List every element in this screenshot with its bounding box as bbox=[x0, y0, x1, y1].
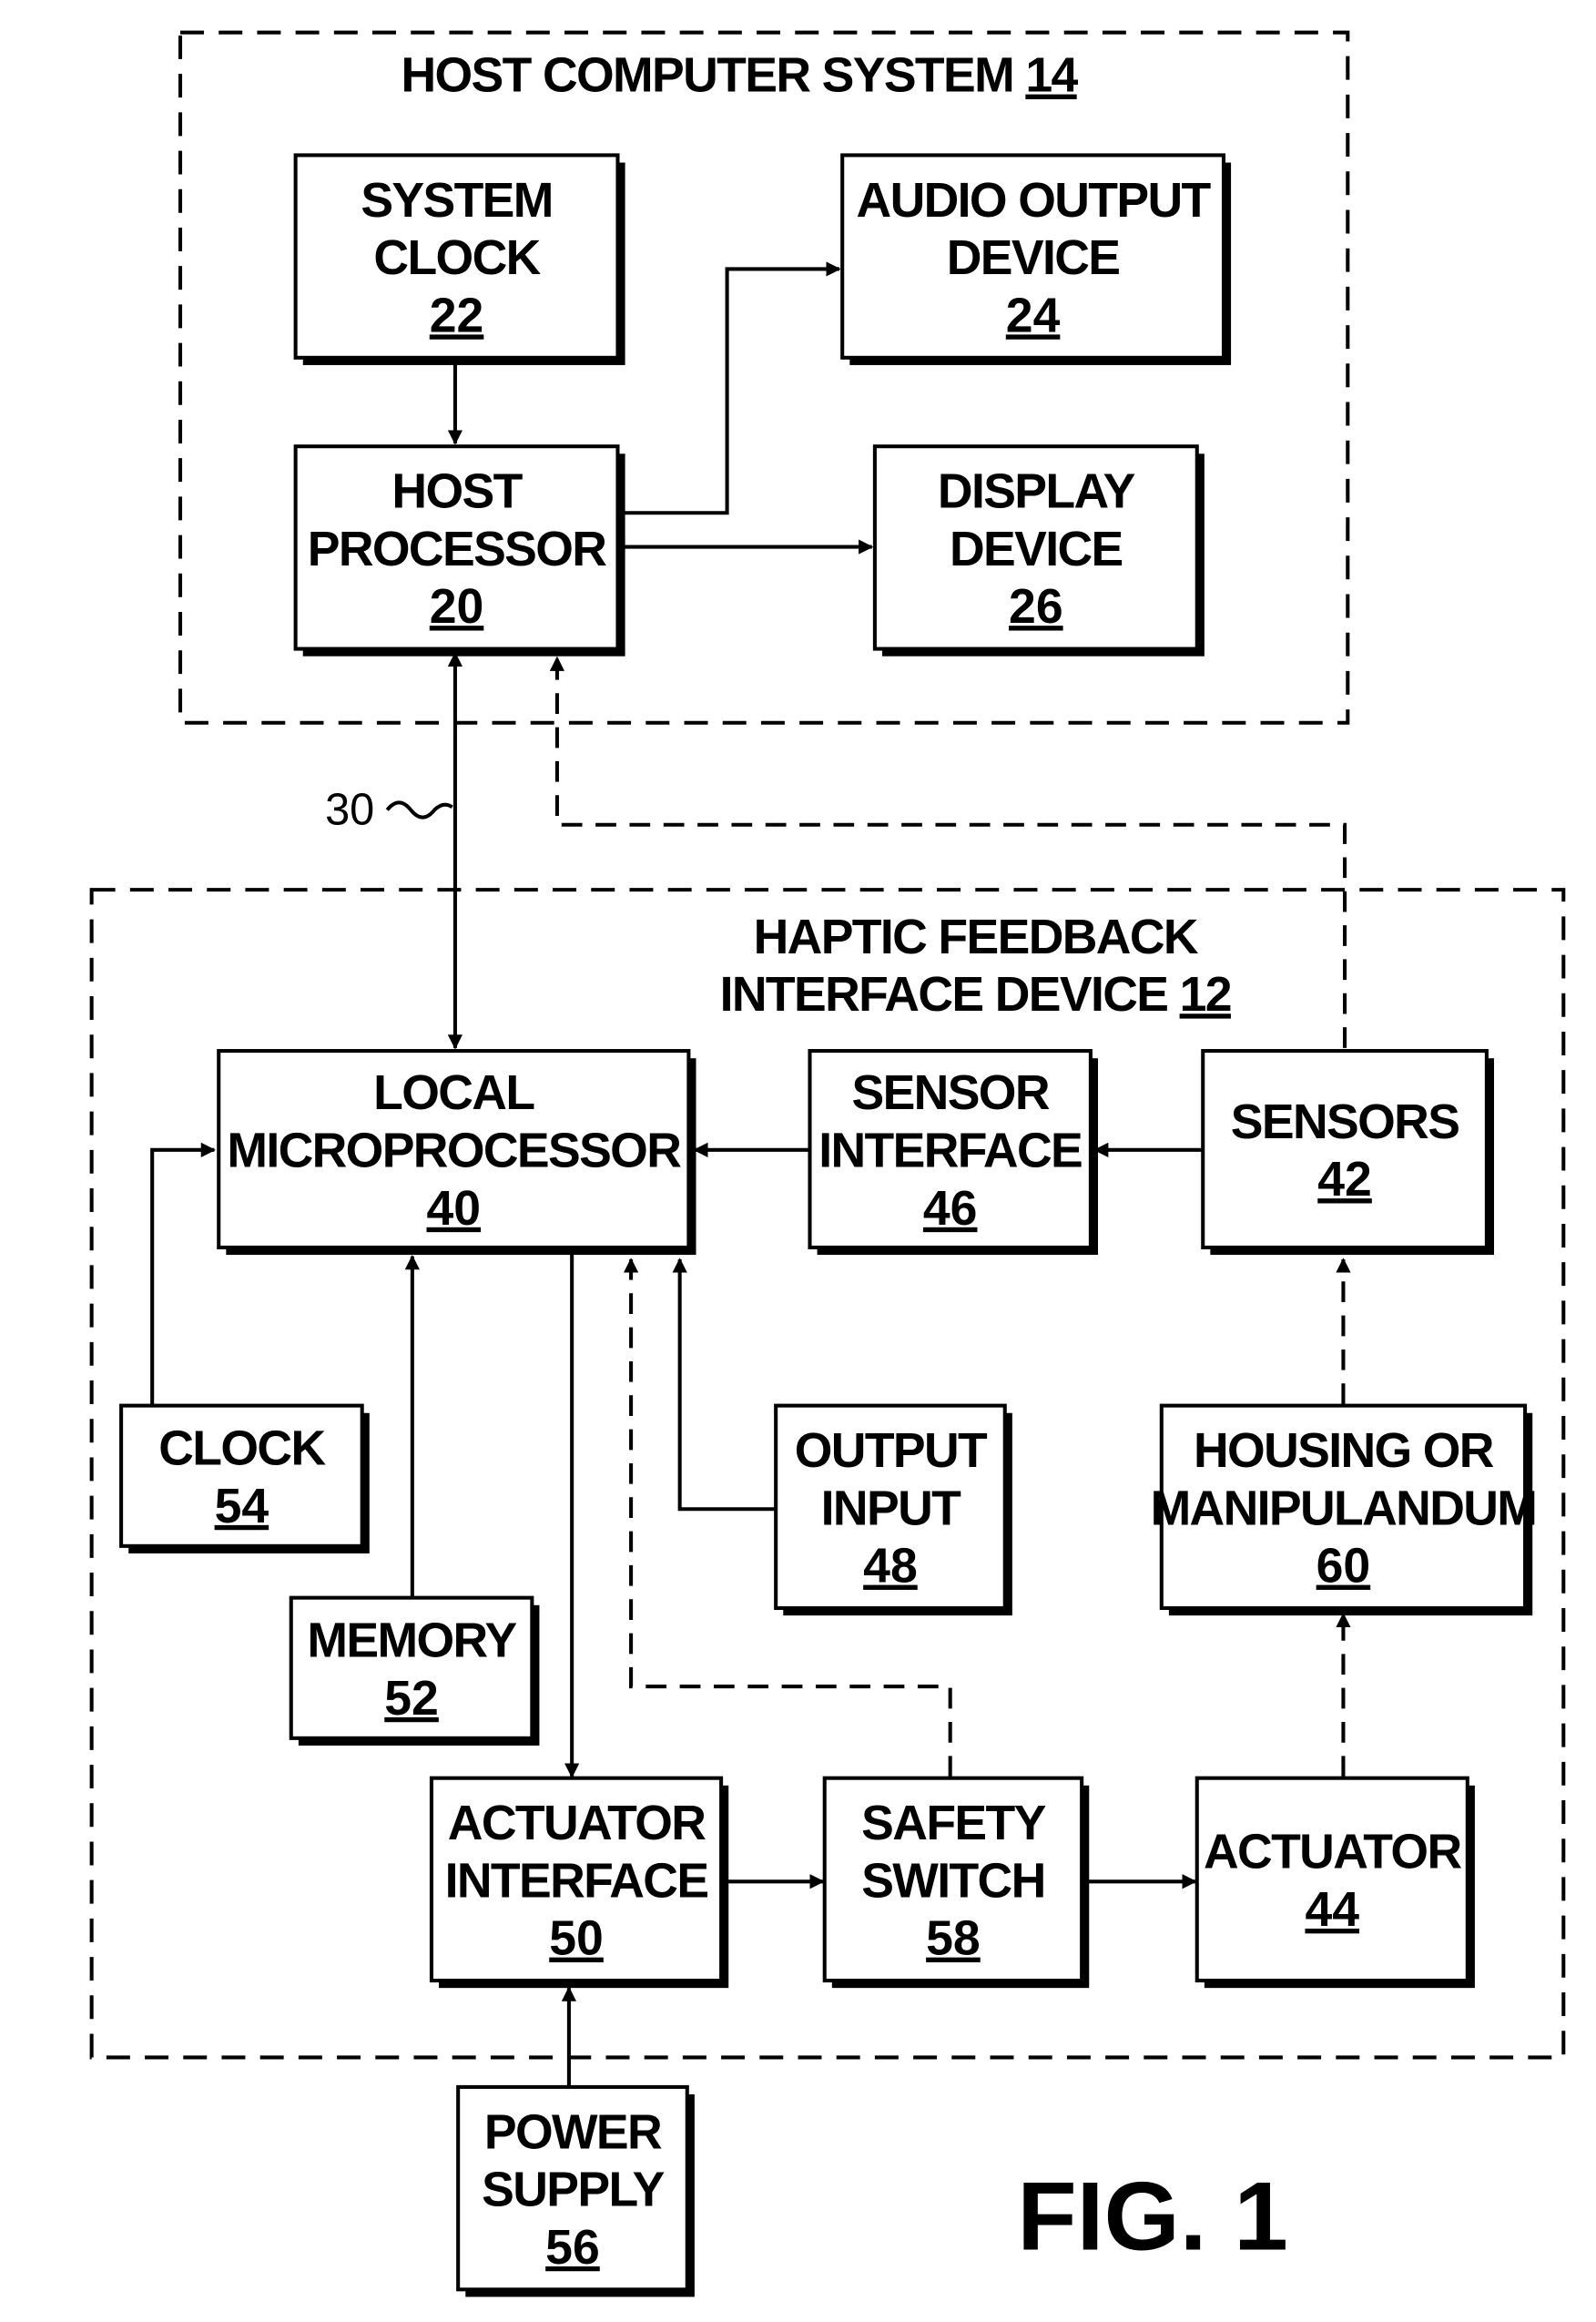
block-label: OUTPUT bbox=[795, 1424, 988, 1478]
block-label: MANIPULANDUM bbox=[1151, 1482, 1537, 1535]
block-label: ACTUATOR bbox=[448, 1797, 706, 1850]
block-label: DEVICE bbox=[950, 523, 1123, 576]
block-label: AUDIO OUTPUT bbox=[857, 174, 1212, 228]
block-label: CLOCK bbox=[158, 1422, 326, 1476]
block-label: HOUSING OR bbox=[1194, 1424, 1494, 1478]
block-reference-number: 60 bbox=[1316, 1540, 1371, 1594]
block-label: PROCESSOR bbox=[308, 523, 607, 576]
output-input-block: OUTPUTINPUT48 bbox=[774, 1403, 1012, 1616]
block-label: SENSOR bbox=[851, 1066, 1049, 1120]
power-supply-block: POWERSUPPLY56 bbox=[456, 2084, 695, 2297]
block-label: SAFETY bbox=[861, 1797, 1045, 1850]
block-label: INTERFACE bbox=[818, 1124, 1082, 1177]
block-label: SENSORS bbox=[1231, 1095, 1459, 1149]
sensors-block: SENSORS42 bbox=[1201, 1049, 1495, 1256]
clock-block: CLOCK54 bbox=[119, 1403, 370, 1553]
haptic-feedback-device-title-line1: HAPTIC FEEDBACK bbox=[754, 911, 1199, 964]
block-reference-number: 58 bbox=[926, 1912, 981, 1966]
sensor-interface-block: SENSORINTERFACE46 bbox=[808, 1049, 1098, 1256]
block-label: HOST bbox=[391, 465, 523, 519]
block-label: ACTUATOR bbox=[1204, 1826, 1461, 1879]
block-reference-number: 46 bbox=[923, 1182, 978, 1236]
block-reference-number: 54 bbox=[215, 1480, 269, 1533]
system-clock-block: SYSTEMCLOCK22 bbox=[293, 153, 625, 365]
local-microprocessor-block: LOCALMICROPROCESSOR40 bbox=[217, 1049, 696, 1256]
bus30-tilde bbox=[385, 800, 453, 820]
block-frame bbox=[1201, 1049, 1489, 1249]
memory-block: MEMORY52 bbox=[289, 1595, 540, 1746]
block-reference-number: 42 bbox=[1317, 1153, 1372, 1207]
io48-to-micro40 bbox=[672, 1258, 777, 1512]
block-reference-number: 40 bbox=[427, 1182, 482, 1236]
block-reference-number: 24 bbox=[1006, 289, 1061, 342]
block-reference-number: 50 bbox=[549, 1912, 604, 1966]
audio-output-block: AUDIO OUTPUTDEVICE24 bbox=[840, 153, 1232, 365]
block-reference-number: 20 bbox=[430, 580, 484, 634]
clock54-to-micro40 bbox=[150, 1142, 216, 1405]
display-device-block: DISPLAYDEVICE26 bbox=[872, 444, 1205, 657]
block-diagram: HOST COMPUTER SYSTEM 14 HAPTIC FEEDBACK … bbox=[89, 30, 1566, 2297]
block-label: INTERFACE bbox=[445, 1854, 708, 1908]
host-processor-block: HOSTPROCESSOR20 bbox=[293, 444, 625, 657]
block-reference-number: 22 bbox=[430, 289, 484, 342]
block-label: POWER bbox=[484, 2105, 662, 2159]
block-reference-number: 48 bbox=[863, 1540, 918, 1594]
block-label: LOCAL bbox=[373, 1066, 534, 1120]
safety-switch-block: SAFETYSWITCH58 bbox=[822, 1776, 1090, 1989]
block-reference-number: 26 bbox=[1009, 580, 1063, 634]
bus-30-label: 30 bbox=[325, 786, 374, 835]
block-frame bbox=[1194, 1776, 1469, 1983]
block-label: MEMORY bbox=[307, 1614, 516, 1668]
block-label: SWITCH bbox=[861, 1854, 1044, 1908]
host20-to-audio24 bbox=[622, 261, 841, 515]
actuator-interface-block: ACTUATORINTERFACE50 bbox=[429, 1776, 729, 1989]
block-reference-number: 44 bbox=[1305, 1883, 1359, 1937]
block-label: SYSTEM bbox=[361, 174, 552, 228]
host-computer-system-title: HOST COMPUTER SYSTEM 14 bbox=[401, 49, 1078, 103]
housing-block: HOUSING ORMANIPULANDUM60 bbox=[1151, 1403, 1538, 1616]
figure-label: FIG. 1 bbox=[1017, 2161, 1288, 2270]
block-label: CLOCK bbox=[373, 231, 541, 285]
block-label: DISPLAY bbox=[938, 465, 1135, 519]
block-label: MICROPROCESSOR bbox=[227, 1124, 681, 1177]
block-label: INPUT bbox=[821, 1482, 961, 1535]
block-label: DEVICE bbox=[947, 231, 1120, 285]
block-label: SUPPLY bbox=[482, 2164, 664, 2217]
haptic-feedback-device-title-line2: INTERFACE DEVICE 12 bbox=[720, 968, 1231, 1022]
actuator-block: ACTUATOR44 bbox=[1194, 1776, 1475, 1989]
block-reference-number: 56 bbox=[545, 2221, 600, 2275]
block-reference-number: 52 bbox=[384, 1672, 439, 1726]
